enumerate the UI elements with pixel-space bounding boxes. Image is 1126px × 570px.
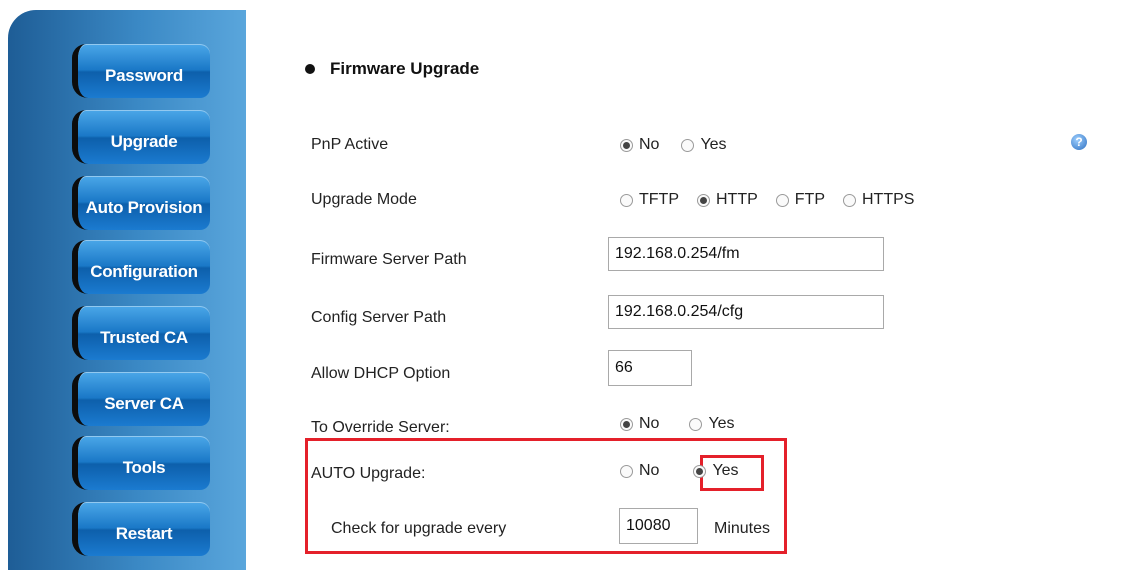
radio-checked-icon[interactable] (620, 138, 633, 152)
sidebar-item-label: Restart (115, 524, 173, 543)
sidebar-item-trusted-ca[interactable]: Trusted CA (72, 306, 210, 360)
sidebar-item-restart[interactable]: Restart (72, 502, 210, 556)
upgrade-mode-radio-group: TFTP HTTP FTP HTTPS (620, 191, 936, 209)
dhcp-option-input[interactable]: 66 (608, 350, 692, 386)
radio-label: HTTP (716, 191, 758, 208)
auto-upgrade-radio-group: No Yes (620, 462, 761, 480)
radio-unchecked-icon[interactable] (681, 138, 695, 152)
sidebar-item-server-ca[interactable]: Server CA (72, 372, 210, 426)
radio-label: No (639, 462, 660, 479)
sidebar-item-label: Server CA (104, 394, 184, 413)
override-no-radio[interactable]: No (620, 415, 659, 433)
upgrade-mode-label: Upgrade Mode (311, 191, 417, 208)
radio-unchecked-icon[interactable] (620, 464, 633, 478)
pnp-yes-radio[interactable]: Yes (681, 136, 727, 154)
radio-label: Yes (708, 415, 735, 432)
radio-checked-icon[interactable] (620, 417, 633, 431)
sidebar-item-auto-provision[interactable]: Auto Provision (72, 176, 210, 230)
radio-label: No (639, 415, 660, 432)
radio-checked-icon[interactable] (697, 193, 710, 207)
override-radio-group: No Yes (620, 415, 757, 433)
radio-label: Yes (700, 136, 727, 153)
pnp-no-radio[interactable]: No (620, 136, 659, 154)
help-icon[interactable]: ? (1071, 134, 1087, 150)
section-title: Firmware Upgrade (305, 59, 479, 79)
radio-unchecked-icon[interactable] (843, 193, 856, 207)
sidebar-item-label: Trusted CA (100, 328, 188, 347)
radio-label: HTTPS (862, 191, 915, 208)
mode-http-radio[interactable]: HTTP (697, 191, 758, 209)
sidebar-item-label: Password (105, 66, 183, 85)
auto-upgrade-label: AUTO Upgrade: (311, 465, 426, 482)
check-interval-unit: Minutes (714, 520, 771, 537)
sidebar-item-label: Configuration (90, 262, 198, 281)
radio-label: FTP (794, 191, 825, 208)
section-title-text: Firmware Upgrade (330, 59, 480, 78)
override-label: To Override Server: (311, 419, 450, 436)
radio-checked-icon[interactable] (693, 464, 707, 478)
sidebar-item-upgrade[interactable]: Upgrade (72, 110, 210, 164)
check-interval-input[interactable]: 10080 (619, 508, 698, 544)
mode-https-radio[interactable]: HTTPS (843, 191, 914, 209)
config-path-label: Config Server Path (311, 309, 447, 326)
firmware-path-label: Firmware Server Path (311, 251, 467, 268)
config-path-input[interactable]: 192.168.0.254/cfg (608, 295, 884, 329)
radio-unchecked-icon[interactable] (689, 417, 703, 431)
radio-label: No (639, 136, 660, 153)
radio-label: Yes (712, 462, 739, 479)
mode-tftp-radio[interactable]: TFTP (620, 191, 679, 209)
sidebar-item-label: Upgrade (110, 132, 178, 151)
auto-upgrade-no-radio[interactable]: No (620, 462, 659, 480)
sidebar-item-label: Tools (122, 458, 166, 477)
auto-upgrade-yes-radio[interactable]: Yes (693, 462, 739, 480)
dhcp-option-label: Allow DHCP Option (311, 365, 451, 382)
override-yes-radio[interactable]: Yes (689, 415, 735, 433)
radio-unchecked-icon[interactable] (775, 193, 789, 207)
check-interval-label: Check for upgrade every (331, 520, 507, 537)
bullet-icon (305, 64, 315, 74)
sidebar-item-tools[interactable]: Tools (72, 436, 210, 490)
mode-ftp-radio[interactable]: FTP (775, 191, 825, 209)
pnp-label: PnP Active (311, 136, 389, 153)
firmware-path-input[interactable]: 192.168.0.254/fm (608, 237, 884, 271)
sidebar-item-configuration[interactable]: Configuration (72, 240, 210, 294)
sidebar: Password Upgrade Auto Provision Configur… (8, 10, 246, 570)
radio-label: TFTP (639, 191, 679, 208)
radio-unchecked-icon[interactable] (620, 193, 633, 207)
sidebar-item-password[interactable]: Password (72, 44, 210, 98)
pnp-radio-group: No Yes (620, 136, 749, 154)
sidebar-item-label: Auto Provision (85, 198, 203, 217)
